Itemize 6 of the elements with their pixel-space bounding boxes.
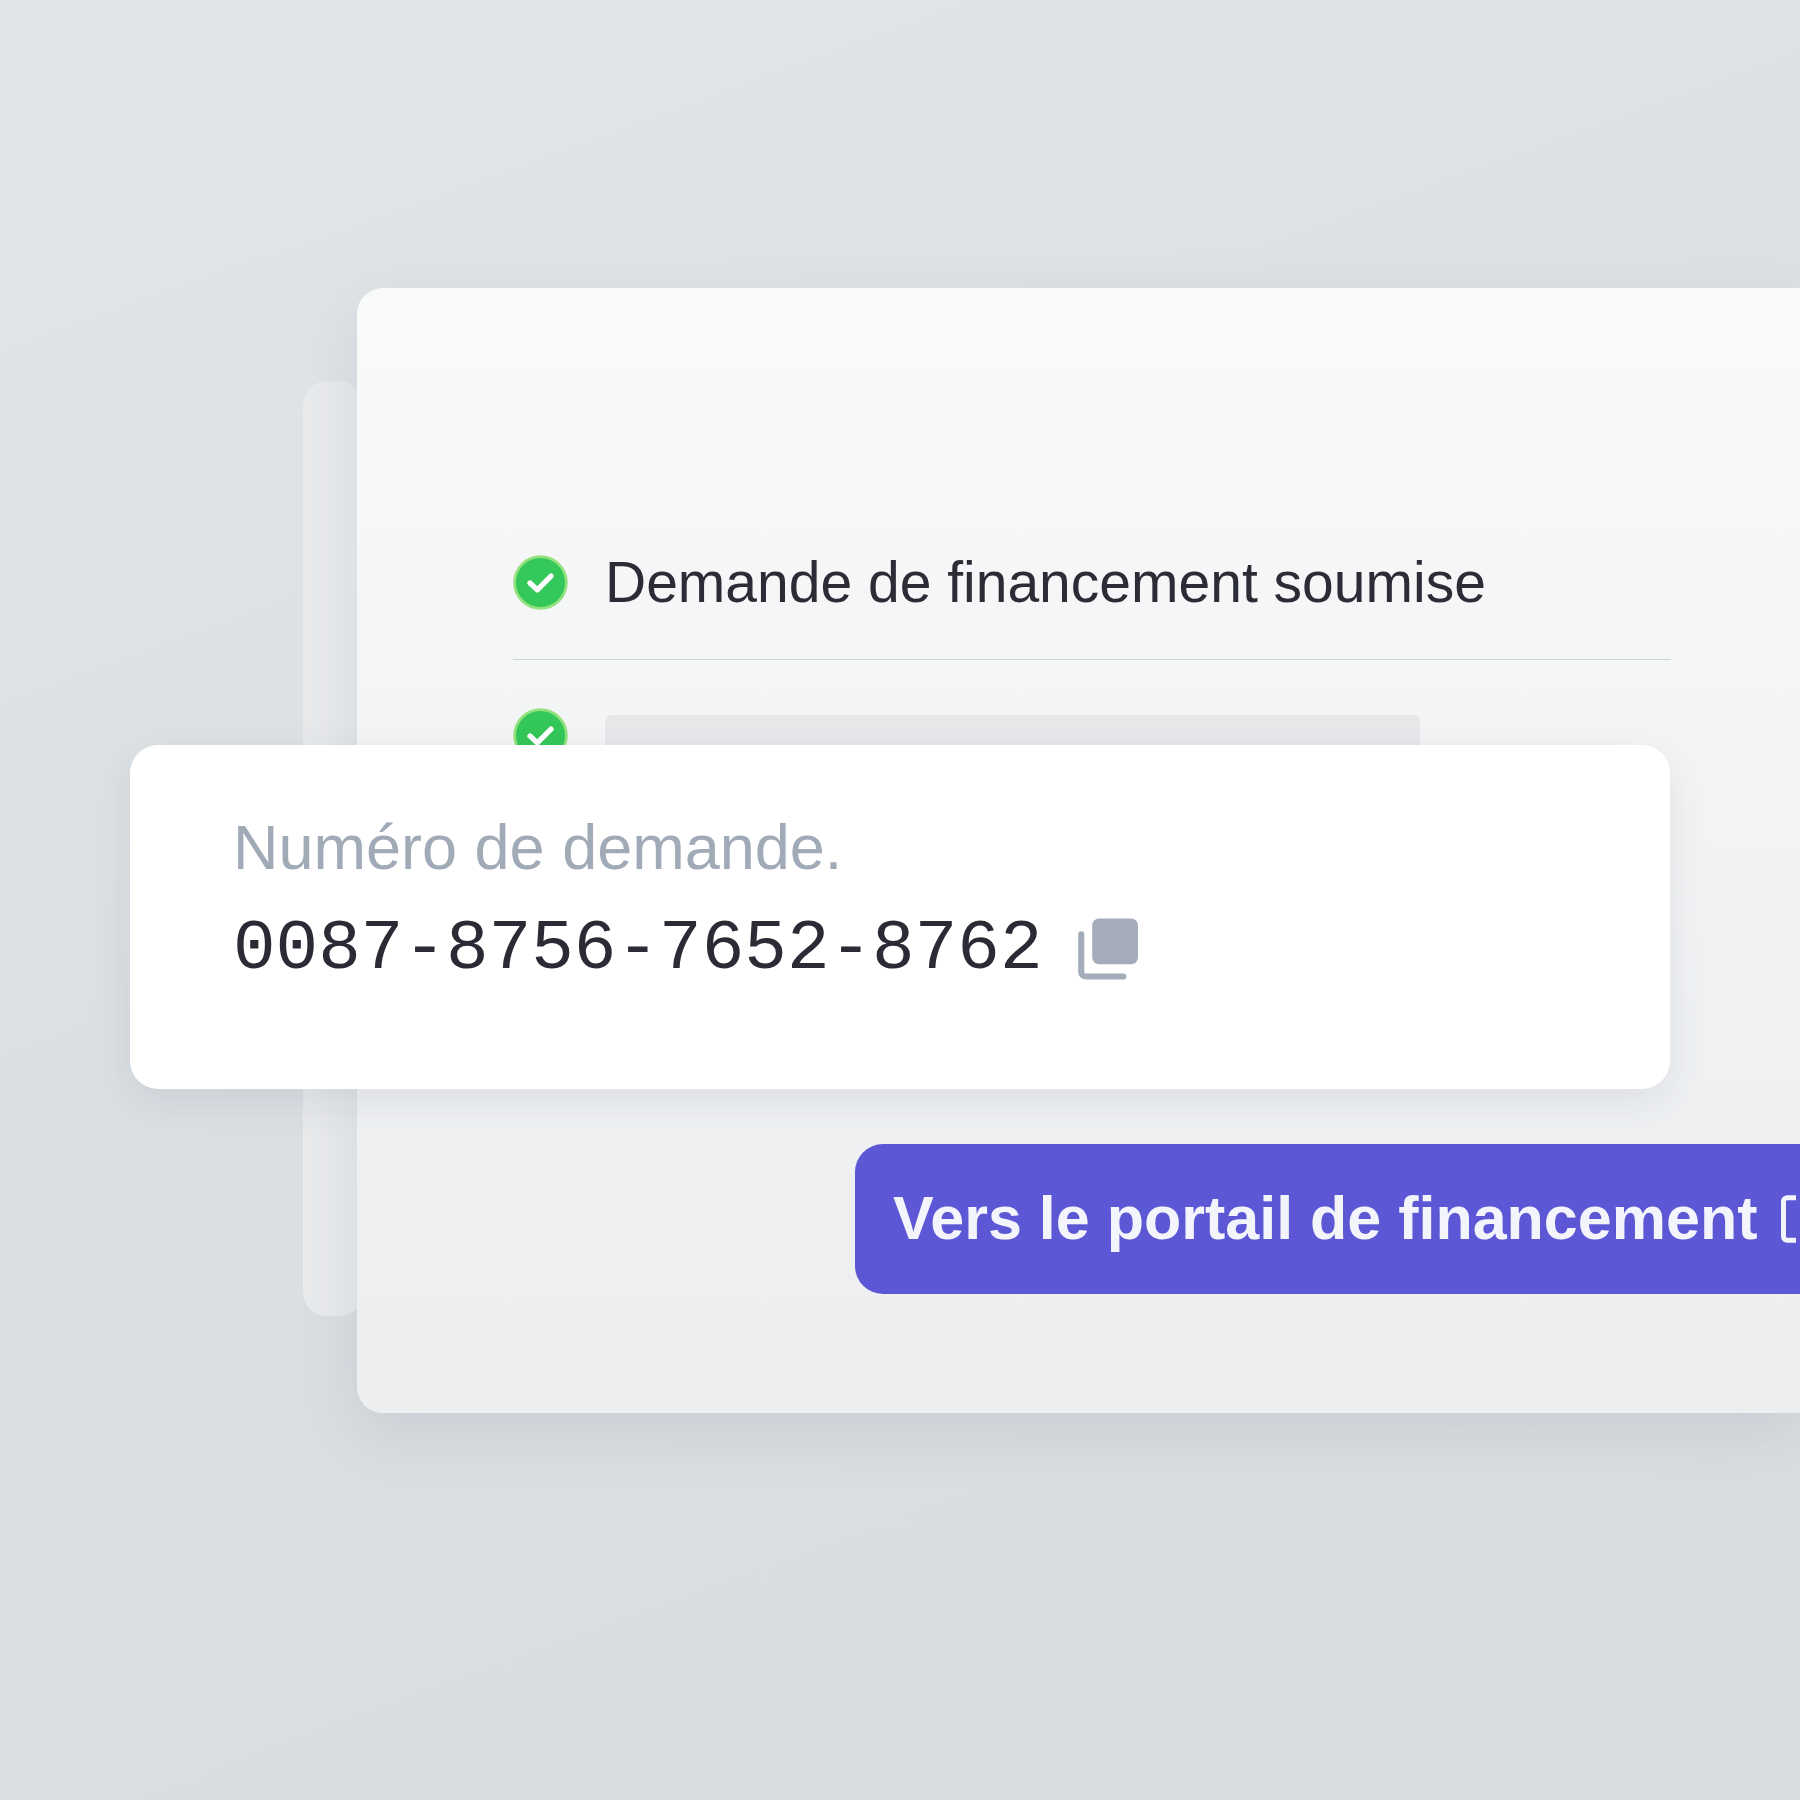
square-outline-icon: [1781, 1194, 1797, 1244]
request-number-label: Numéro de demande.: [233, 811, 843, 884]
request-number: 0087-8756-7652-8762: [233, 908, 1043, 991]
step-label: Demande de financement soumise: [605, 549, 1486, 616]
copy-icon[interactable]: [1076, 917, 1141, 981]
portal-button[interactable]: Vers le portail de financement: [855, 1144, 1800, 1294]
